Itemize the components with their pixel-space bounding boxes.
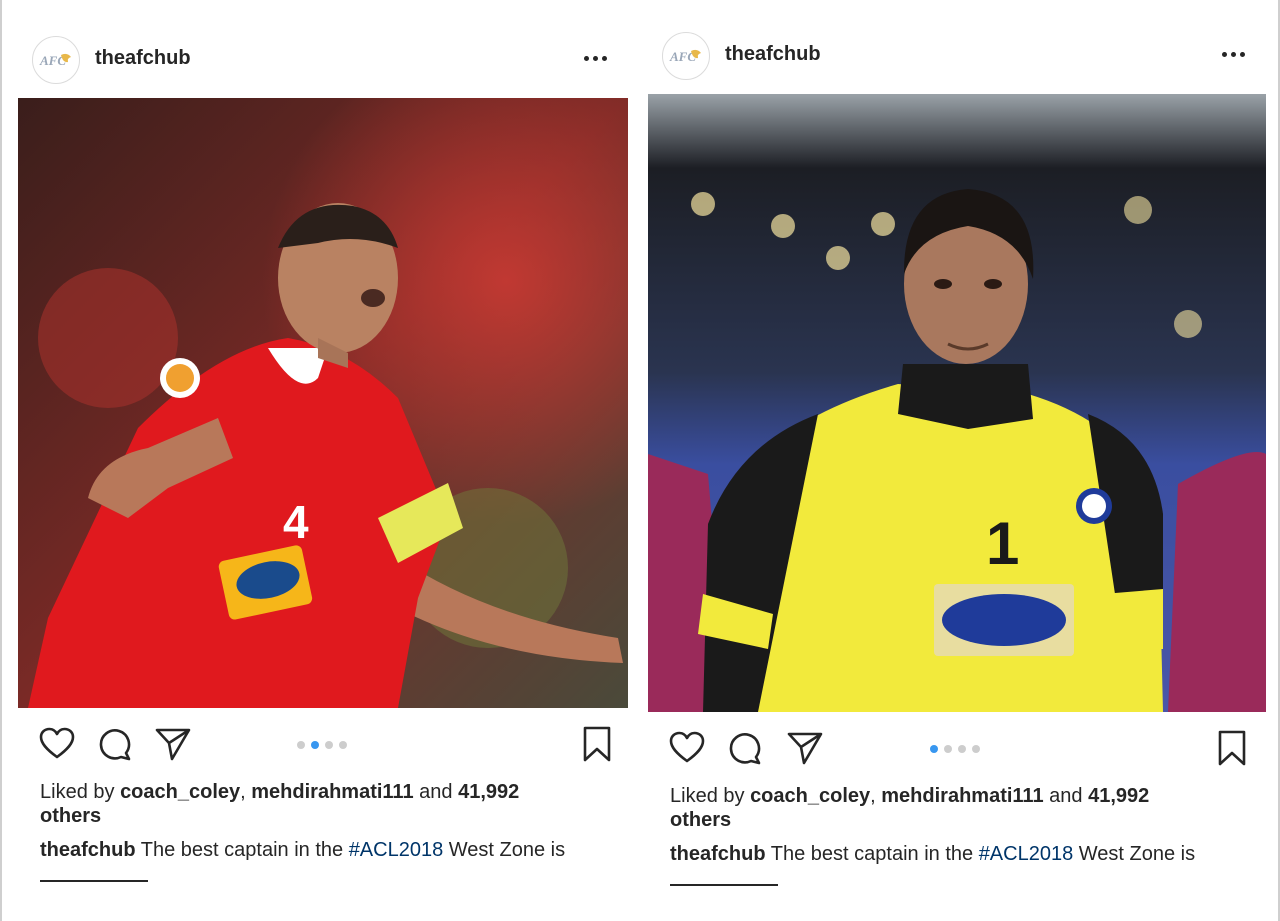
- hashtag-link[interactable]: #ACL2018: [979, 843, 1074, 865]
- photo-yellow-goalkeeper: 1: [648, 94, 1266, 712]
- likes-prefix: Liked by: [40, 781, 115, 803]
- likes-separator: ,: [240, 781, 246, 803]
- hashtag-link[interactable]: #ACL2018: [349, 839, 444, 861]
- caption-text: The best captain in the: [140, 839, 344, 861]
- share-icon[interactable]: [786, 730, 824, 766]
- comment-icon[interactable]: [96, 726, 134, 762]
- post-card-left: AFC theafchub 4 Liked by coach_coley, me…: [18, 30, 628, 882]
- svg-text:4: 4: [283, 496, 309, 548]
- afc-logo-icon: AFC: [39, 53, 71, 68]
- caption-author[interactable]: theafchub: [40, 839, 136, 861]
- post-actions: [18, 708, 628, 774]
- heart-icon[interactable]: [38, 726, 76, 762]
- caption-underline: [40, 880, 148, 882]
- share-icon[interactable]: [154, 726, 192, 762]
- caption: theafchub The best captain in the #ACL20…: [648, 842, 1266, 866]
- likes-separator: ,: [870, 785, 876, 807]
- more-options-icon[interactable]: [1222, 46, 1246, 62]
- carousel-indicator: [930, 745, 980, 753]
- carousel-dot[interactable]: [958, 745, 966, 753]
- likes-and: and: [419, 781, 453, 803]
- post-actions: [648, 712, 1266, 778]
- username[interactable]: theafchub: [725, 43, 821, 66]
- liker-link[interactable]: mehdirahmati111: [881, 785, 1043, 807]
- carousel-dot[interactable]: [944, 745, 952, 753]
- heart-icon[interactable]: [668, 730, 706, 766]
- caption-author[interactable]: theafchub: [670, 843, 766, 865]
- likes-others[interactable]: others: [40, 805, 101, 827]
- likes-others[interactable]: others: [670, 809, 731, 831]
- carousel-indicator: [297, 741, 347, 749]
- carousel-dot[interactable]: [339, 741, 347, 749]
- likes-line: Liked by coach_coley, mehdirahmati111 an…: [18, 780, 558, 828]
- svg-text:1: 1: [986, 510, 1019, 577]
- caption-text: West Zone is: [448, 839, 566, 861]
- post-photo[interactable]: 4: [18, 98, 628, 708]
- liker-link[interactable]: coach_coley: [750, 785, 870, 807]
- photo-red-captain: 4: [18, 98, 628, 708]
- left-edge-line: [0, 0, 2, 921]
- avatar[interactable]: AFC: [662, 32, 710, 80]
- carousel-dot-active[interactable]: [930, 745, 938, 753]
- liker-link[interactable]: coach_coley: [120, 781, 240, 803]
- caption: theafchub The best captain in the #ACL20…: [18, 838, 628, 862]
- liker-link[interactable]: mehdirahmati111: [251, 781, 413, 803]
- avatar[interactable]: AFC: [32, 36, 80, 84]
- likes-count[interactable]: 41,992: [458, 781, 519, 803]
- bookmark-icon[interactable]: [1213, 730, 1251, 766]
- likes-count[interactable]: 41,992: [1088, 785, 1149, 807]
- post-header: AFC theafchub: [18, 30, 628, 86]
- carousel-dot[interactable]: [325, 741, 333, 749]
- post-photo[interactable]: 1: [648, 94, 1266, 712]
- caption-text: The best captain in the: [770, 843, 974, 865]
- carousel-dot[interactable]: [972, 745, 980, 753]
- bookmark-icon[interactable]: [578, 726, 616, 762]
- likes-line: Liked by coach_coley, mehdirahmati111 an…: [648, 784, 1188, 832]
- comment-icon[interactable]: [726, 730, 764, 766]
- more-options-icon[interactable]: [584, 50, 608, 66]
- carousel-dot[interactable]: [297, 741, 305, 749]
- post-header: AFC theafchub: [648, 26, 1266, 82]
- carousel-dot-active[interactable]: [311, 741, 319, 749]
- post-card-right: AFC theafchub 1 Liked by coach_coley, me…: [648, 26, 1266, 886]
- afc-logo-icon: AFC: [669, 49, 701, 64]
- likes-and: and: [1049, 785, 1083, 807]
- username[interactable]: theafchub: [95, 47, 191, 70]
- likes-prefix: Liked by: [670, 785, 745, 807]
- caption-underline: [670, 884, 778, 886]
- caption-text: West Zone is: [1078, 843, 1196, 865]
